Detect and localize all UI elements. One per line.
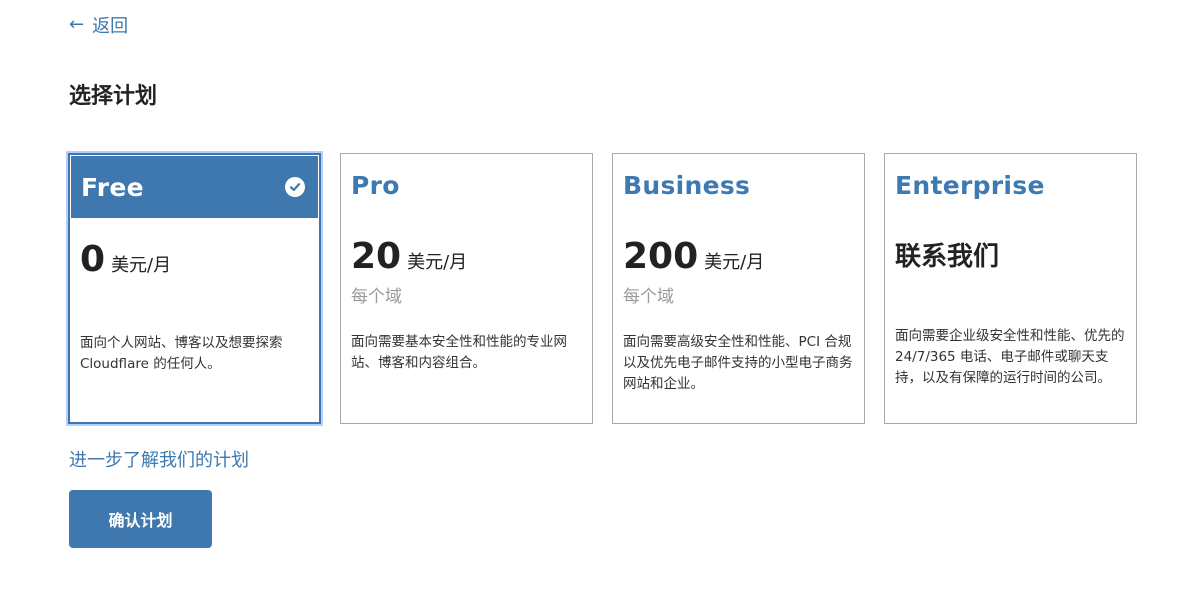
- plan-header: Enterprise: [885, 154, 1136, 216]
- plan-name: Free: [81, 172, 144, 202]
- per-domain-label: 每个域: [623, 287, 674, 307]
- price-unit: 美元/月: [407, 252, 468, 273]
- plan-name: Pro: [351, 170, 400, 200]
- plan-selection-page: ← 返回 选择计划 Free 0 美元/月 面向个人网站、博客以及想要探索 Cl…: [0, 0, 1200, 592]
- page-title: 选择计划: [69, 84, 158, 109]
- price-unit: 美元/月: [111, 255, 172, 276]
- per-domain-label: [70, 283, 319, 307]
- plan-card-free[interactable]: Free 0 美元/月 面向个人网站、博客以及想要探索 Cloudflare 的…: [68, 153, 321, 424]
- price-row: 20 美元/月: [341, 216, 592, 280]
- confirm-plan-button[interactable]: 确认计划: [69, 490, 212, 548]
- price-amount: 20: [351, 236, 402, 277]
- plan-name: Enterprise: [895, 170, 1045, 200]
- arrow-left-icon: ←: [69, 14, 85, 35]
- plan-header: Pro: [341, 154, 592, 216]
- learn-more-link[interactable]: 进一步了解我们的计划: [69, 446, 249, 472]
- plan-list: Free 0 美元/月 面向个人网站、博客以及想要探索 Cloudflare 的…: [68, 153, 1137, 424]
- plan-card-enterprise[interactable]: Enterprise 联系我们 面向需要企业级安全性和性能、优先的 24/7/3…: [884, 153, 1137, 424]
- plan-header: Free: [71, 156, 318, 218]
- price-row: 0 美元/月: [70, 219, 319, 283]
- contact-us-label: 联系我们: [895, 242, 1000, 272]
- plan-description: 面向需要基本安全性和性能的专业网站、博客和内容组合。: [351, 334, 567, 371]
- per-domain-label: 每个域: [351, 287, 402, 307]
- plan-description: 面向需要高级安全性和性能、PCI 合规以及优先电子邮件支持的小型电子商务网站和企…: [623, 334, 853, 392]
- back-label: 返回: [92, 16, 129, 37]
- price-unit: 美元/月: [704, 252, 765, 273]
- plan-card-business[interactable]: Business 200 美元/月 每个域 面向需要高级安全性和性能、PCI 合…: [612, 153, 865, 424]
- plan-description: 面向个人网站、博客以及想要探索 Cloudflare 的任何人。: [80, 335, 283, 372]
- price-amount: 0: [80, 239, 106, 280]
- price-row: 200 美元/月: [613, 216, 864, 280]
- plan-header: Business: [613, 154, 864, 216]
- plan-description: 面向需要企业级安全性和性能、优先的 24/7/365 电话、电子邮件或聊天支持，…: [895, 328, 1125, 386]
- check-circle-icon: [285, 177, 305, 197]
- plan-name: Business: [623, 170, 751, 200]
- price-row: 联系我们: [885, 216, 1136, 280]
- plan-card-pro[interactable]: Pro 20 美元/月 每个域 面向需要基本安全性和性能的专业网站、博客和内容组…: [340, 153, 593, 424]
- back-link[interactable]: ← 返回: [69, 12, 128, 38]
- checkmark-glyph: [289, 183, 301, 192]
- price-amount: 200: [623, 236, 699, 277]
